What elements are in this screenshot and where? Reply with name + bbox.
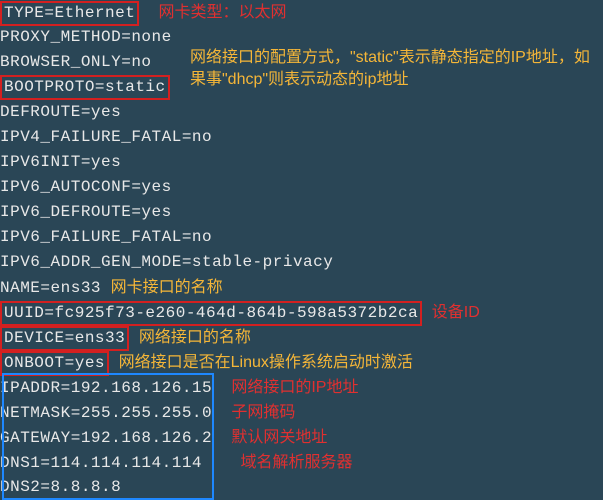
cfg-ipv6auto: IPV6_AUTOCONF=yes	[0, 175, 603, 200]
ann-type: 网卡类型：以太网	[159, 4, 287, 21]
cfg-dns1: DNS1=114.114.114.114	[0, 454, 202, 472]
ann-bootproto: 网络接口的配置方式，"static"表示静态指定的IP地址，如果事"dhcp"则…	[190, 47, 595, 91]
cfg-ipaddr: IPADDR=192.168.126.15	[0, 379, 212, 397]
ann-dns: 域名解析服务器	[240, 454, 352, 471]
cfg-uuid: UUID=fc925f73-e260-464d-864b-598a5372b2c…	[0, 301, 422, 326]
cfg-onboot: ONBOOT=yes	[0, 351, 109, 376]
cfg-ipv6init: IPV6INIT=yes	[0, 150, 603, 175]
cfg-defroute: DEFROUTE=yes	[0, 100, 603, 125]
cfg-ipv4fail: IPV4_FAILURE_FATAL=no	[0, 125, 603, 150]
cfg-dns2: DNS2=8.8.8.8	[0, 475, 603, 500]
ann-gateway: 默认网关地址	[231, 429, 327, 446]
ann-ipaddr: 网络接口的IP地址	[231, 379, 358, 396]
cfg-type: TYPE=Ethernet	[0, 1, 139, 26]
ann-netmask: 子网掩码	[231, 404, 295, 421]
cfg-ipv6addr: IPV6_ADDR_GEN_MODE=stable-privacy	[0, 250, 603, 275]
cfg-device: DEVICE=ens33	[0, 326, 129, 351]
cfg-name: NAME=ens33	[0, 279, 101, 297]
cfg-ipv6fail: IPV6_FAILURE_FATAL=no	[0, 225, 603, 250]
ann-name: 网卡接口的名称	[111, 279, 223, 296]
ann-uuid: 设备ID	[432, 304, 480, 321]
cfg-bootproto: BOOTPROTO=static	[0, 75, 170, 100]
ann-device: 网络接口的名称	[139, 329, 251, 346]
ann-onboot: 网络接口是否在Linux操作系统启动时激活	[119, 354, 413, 371]
cfg-ipv6def: IPV6_DEFROUTE=yes	[0, 200, 603, 225]
cfg-gateway: GATEWAY=192.168.126.2	[0, 429, 212, 447]
cfg-netmask: NETMASK=255.255.255.0	[0, 404, 212, 422]
